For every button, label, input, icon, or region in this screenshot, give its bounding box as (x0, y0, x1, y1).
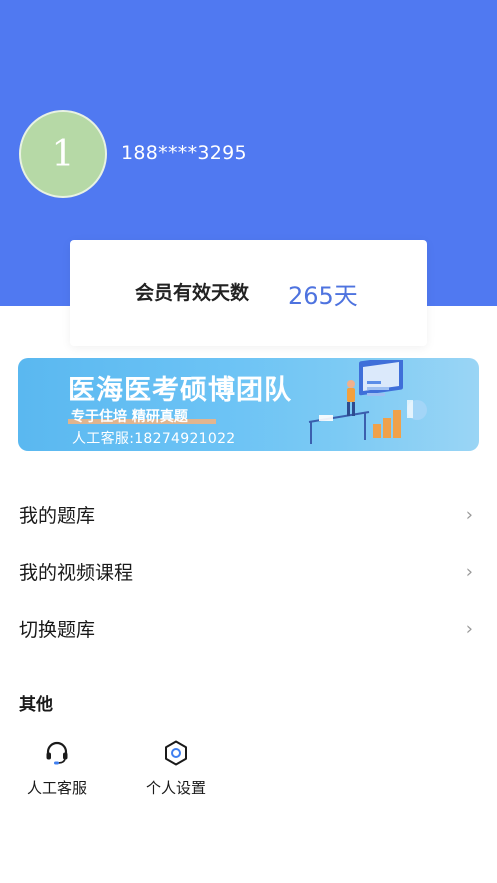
chevron-right-icon: › (465, 504, 473, 525)
membership-label: 会员有效天数 (135, 282, 250, 304)
menu-item-switch-question-bank[interactable]: 切换题库 › (0, 600, 497, 657)
headset-icon (42, 738, 72, 768)
menu-item-my-question-bank[interactable]: 我的题库 › (0, 486, 497, 543)
menu-item-label: 我的视频课程 (19, 562, 134, 584)
tool-label: 人工客服 (26, 779, 87, 797)
phone-number: 188****3295 (121, 142, 247, 164)
chevron-right-icon: › (465, 618, 473, 639)
others-section-title: 其他 (19, 695, 53, 715)
avatar-text: 1 (51, 133, 75, 175)
menu-list: 我的题库 › 我的视频课程 › 切换题库 › (0, 486, 497, 657)
banner-illustration (308, 360, 427, 444)
chevron-right-icon: › (465, 561, 473, 582)
others-tools: 人工客服 个人设置 (0, 738, 497, 808)
tool-personal-settings[interactable]: 个人设置 (131, 738, 221, 798)
tool-customer-service[interactable]: 人工客服 (12, 738, 102, 798)
menu-item-my-video-courses[interactable]: 我的视频课程 › (0, 543, 497, 600)
banner-subtitle: 专于住培 精研真题 (71, 409, 188, 425)
membership-card: 会员有效天数 265天 (70, 240, 427, 346)
membership-days: 265天 (288, 282, 358, 310)
menu-item-label: 切换题库 (19, 619, 96, 641)
banner-title: 医海医考硕博团队 (68, 375, 292, 406)
avatar[interactable]: 1 (19, 110, 107, 198)
menu-item-label: 我的题库 (19, 505, 96, 527)
gear-icon (161, 738, 191, 768)
tool-label: 个人设置 (145, 779, 206, 797)
promo-banner[interactable]: 医海医考硕博团队 专于住培 精研真题 人工客服:18274921022 (18, 358, 479, 451)
banner-service-phone: 人工客服:18274921022 (72, 431, 236, 447)
